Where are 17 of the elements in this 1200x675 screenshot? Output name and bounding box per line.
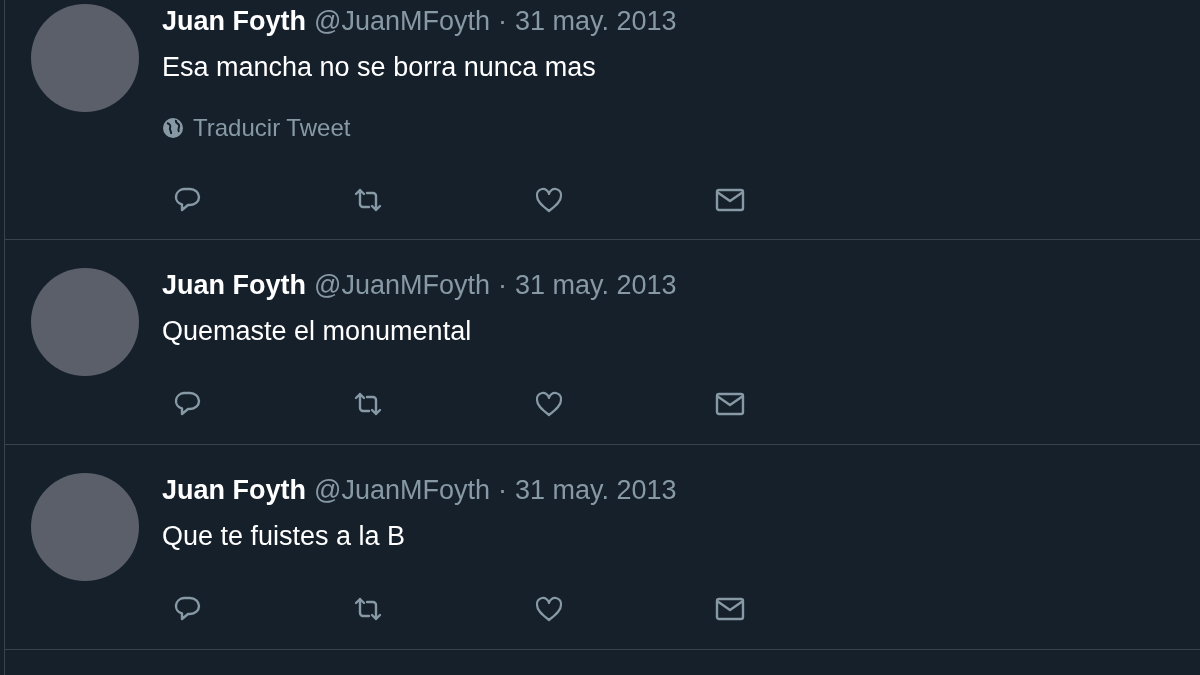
user-name[interactable]: Juan Foyth — [162, 4, 306, 38]
tweet-date[interactable]: 31 may. 2013 — [515, 4, 677, 38]
user-handle[interactable]: @JuanMFoyth — [314, 268, 490, 302]
translate-link[interactable]: Traducir Tweet — [193, 113, 351, 143]
user-handle[interactable]: @JuanMFoyth — [314, 473, 490, 507]
tweet-date[interactable]: 31 may. 2013 — [515, 268, 677, 302]
user-handle[interactable]: @JuanMFoyth — [314, 4, 490, 38]
separator-dot: · — [498, 5, 507, 38]
tweet-text: Que te fuistes a la B — [162, 520, 407, 553]
user-name[interactable]: Juan Foyth — [162, 473, 306, 507]
user-name[interactable]: Juan Foyth — [162, 268, 306, 302]
tweet-text: Esa mancha no se borra nunca mas — [162, 51, 597, 84]
tweet-text: Quemaste el monumental — [162, 315, 473, 348]
separator-dot: · — [498, 269, 507, 302]
separator-dot: · — [498, 474, 507, 507]
tweet-date[interactable]: 31 may. 2013 — [515, 473, 677, 507]
globe-icon — [162, 117, 184, 139]
